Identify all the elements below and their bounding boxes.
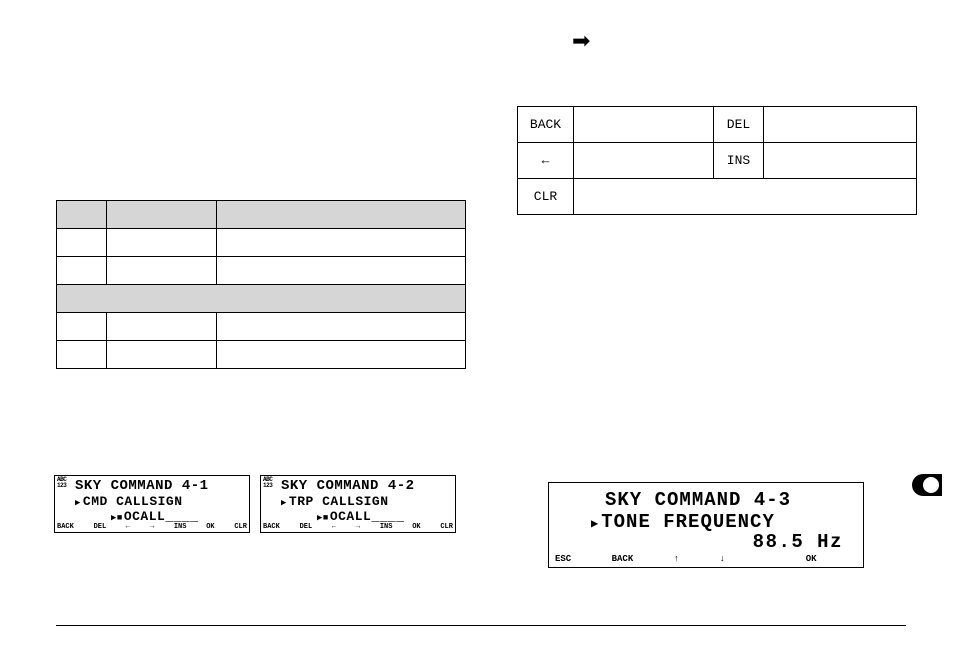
table-cell	[217, 341, 466, 369]
softkey-del: DEL	[94, 523, 107, 531]
lcd-value: OCALL____	[317, 509, 405, 524]
softkey-right: →	[150, 523, 154, 531]
page-thumb-tab-icon	[912, 474, 942, 496]
footer-divider	[56, 625, 906, 626]
table-row: CLR	[518, 179, 917, 215]
lcd-title: SKY COMMAND 4-1	[75, 478, 209, 494]
key-clr: CLR	[518, 179, 574, 215]
softkey-clr: CLR	[440, 523, 453, 531]
input-mode-indicator: ABC123	[57, 477, 66, 489]
softkey-back: BACK	[263, 523, 280, 531]
table-header-cell	[217, 201, 466, 229]
lcd-value: OCALL____	[111, 509, 199, 524]
table-header-cell	[57, 201, 107, 229]
lcd-menu-item: TRP CALLSIGN	[281, 494, 389, 509]
key-del-desc	[764, 107, 917, 143]
softkey-clr: CLR	[234, 523, 247, 531]
softkey-left: ←	[126, 523, 130, 531]
table-cell	[57, 341, 107, 369]
table-cell	[107, 313, 217, 341]
softkey-up: ↑	[674, 554, 679, 564]
key-back-desc	[574, 107, 714, 143]
lcd-title: SKY COMMAND 4-3	[605, 489, 791, 511]
softkey-ok: OK	[206, 523, 214, 531]
softkey-bar: ESC BACK ↑ ↓ OK	[555, 554, 857, 564]
table-cell	[217, 313, 466, 341]
key-clr-desc	[574, 179, 917, 215]
table-cell	[107, 257, 217, 285]
softkey-bar: BACK DEL ← → INS OK CLR	[57, 523, 247, 531]
softkey-ins: INS	[380, 523, 393, 531]
lcd-value: 88.5 Hz	[753, 531, 843, 553]
table-cell	[217, 229, 466, 257]
key-back: BACK	[518, 107, 574, 143]
softkey-del: DEL	[300, 523, 313, 531]
softkey-esc: ESC	[555, 554, 571, 564]
softkey-down: ↓	[719, 554, 724, 564]
softkey-right: →	[356, 523, 360, 531]
softkey-ok: OK	[412, 523, 420, 531]
softkey-left: ←	[332, 523, 336, 531]
key-left-desc	[574, 143, 714, 179]
key-function-table: BACK DEL ← INS CLR	[517, 106, 917, 215]
table-cell	[107, 341, 217, 369]
softkey-ins: INS	[174, 523, 187, 531]
softkey-bar: BACK DEL ← → INS OK CLR	[263, 523, 453, 531]
lcd-menu-item: CMD CALLSIGN	[75, 494, 183, 509]
table-row: BACK DEL	[518, 107, 917, 143]
table-cell	[107, 229, 217, 257]
softkey-ok: OK	[806, 554, 817, 564]
table-header-cell	[57, 285, 466, 313]
key-ins-desc	[764, 143, 917, 179]
table-row: ← INS	[518, 143, 917, 179]
table-cell	[57, 313, 107, 341]
settings-table-left	[56, 200, 466, 369]
continue-arrow-icon: ➡	[572, 28, 590, 54]
lcd-title: SKY COMMAND 4-2	[281, 478, 415, 494]
key-del: DEL	[714, 107, 764, 143]
key-ins: INS	[714, 143, 764, 179]
table-cell	[57, 257, 107, 285]
lcd-screen-tone-frequency: SKY COMMAND 4-3 TONE FREQUENCY 88.5 Hz E…	[548, 482, 864, 568]
lcd-screen-cmd-callsign: ABC123 SKY COMMAND 4-1 CMD CALLSIGN OCAL…	[54, 475, 250, 533]
table-cell	[217, 257, 466, 285]
lcd-screen-trp-callsign: ABC123 SKY COMMAND 4-2 TRP CALLSIGN OCAL…	[260, 475, 456, 533]
softkey-back: BACK	[612, 554, 634, 564]
input-mode-indicator: ABC123	[263, 477, 272, 489]
table-cell	[57, 229, 107, 257]
lcd-menu-item: TONE FREQUENCY	[591, 511, 775, 533]
softkey-back: BACK	[57, 523, 74, 531]
table-header-cell	[107, 201, 217, 229]
key-left: ←	[518, 143, 574, 179]
